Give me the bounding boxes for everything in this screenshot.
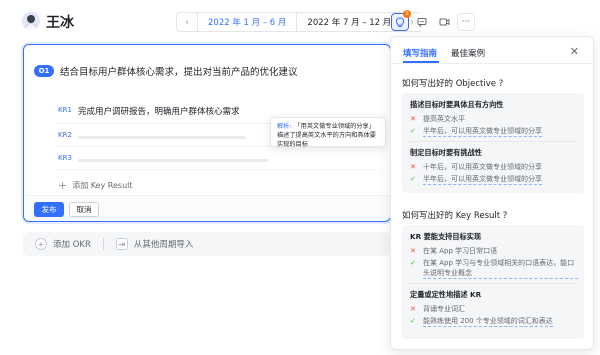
kr-guide-title: 如何写出好的 Key Result ?	[402, 211, 508, 221]
kr-label: KR2	[58, 131, 72, 139]
avatar-body	[25, 23, 37, 30]
cross-icon: ✕	[410, 115, 416, 123]
period-tab-h2[interactable]: 2022 年 7 月 – 12 月	[296, 13, 403, 31]
publish-button[interactable]: 发布	[34, 202, 64, 217]
kr-row[interactable]: KR3	[58, 153, 378, 167]
check-icon: ✓	[410, 259, 416, 267]
good-example: ✓ 半年后，可以用英文做专业领域的分享	[410, 126, 578, 137]
add-okr-label: 添加 OKR	[53, 240, 91, 250]
kr-text[interactable]: 完成用户调研报告，明确用户群体核心需求	[78, 105, 240, 117]
good-example: ✓ 能熟练使用 200 个专业领域的词汇和表达	[410, 316, 578, 327]
check-icon: ✓	[410, 127, 416, 135]
check-icon: ✓	[410, 175, 416, 183]
bad-example: ✕ 十年后，可以用英文做专业领域的分享	[410, 162, 578, 172]
example-text: 在某 App 学习与专业领域相关的口语表达，能口头说明专业概念	[423, 258, 578, 279]
tooltip-key: 解析:	[277, 123, 292, 130]
cross-icon: ✕	[410, 163, 416, 171]
objective-title[interactable]: 结合目标用户群体核心需求，提出对当前产品的优化建议	[60, 64, 298, 78]
writing-guide-panel: 填写指南 最佳案例 ✕ 如何写出好的 Objective ? 描述目标时要具体且…	[390, 36, 594, 350]
objective-badge: O1	[34, 65, 54, 77]
bad-example: ✕ 在某 App 学习日常口语	[410, 246, 578, 256]
kr-label: KR1	[58, 106, 72, 114]
kr-placeholder-bar	[78, 136, 246, 139]
cross-icon: ✕	[410, 305, 416, 313]
example-text: 在某 App 学习日常口语	[423, 247, 498, 255]
guide-divider	[410, 283, 576, 284]
import-icon: ⇥	[115, 238, 128, 250]
more-icon: ···	[461, 17, 471, 27]
video-button[interactable]	[435, 13, 453, 31]
plus-circle-icon: +	[35, 238, 47, 250]
guide-subtitle: 定量或定性地描述 KR	[410, 290, 482, 299]
analysis-tooltip: 解析: 「用英文做专业领域的分享」描述了提高英文水平的方向和具体要实现的目标	[270, 117, 386, 148]
bad-example: ✕ 背诵专业词汇	[410, 304, 578, 314]
objective-guide-title: 如何写出好的 Objective ?	[402, 79, 504, 89]
example-text: 十年后，可以用英文做专业领域的分享	[423, 163, 542, 171]
cross-icon: ✕	[410, 247, 416, 255]
period-tab-h1[interactable]: 2022 年 1 月 – 6 月	[197, 13, 296, 31]
import-okr-label: 从其他周期导入	[133, 240, 194, 250]
example-text: 半年后，可以用英文做专业领域的分享	[423, 175, 542, 185]
good-example: ✓ 在某 App 学习与专业领域相关的口语表达，能口头说明专业概念	[410, 258, 578, 279]
kr-placeholder-bar	[78, 159, 268, 162]
guide-subtitle: KR 要能支持目标实现	[410, 232, 482, 241]
guide-divider	[410, 141, 576, 142]
example-text: 能熟练使用 200 个专业领域的词汇和表达	[423, 317, 553, 327]
guide-subtitle: 描述目标时要具体且有方向性	[410, 100, 504, 109]
tooltip-text: 「用英文做专业领域的分享」描述了提高英文水平的方向和具体要实现的目标	[277, 123, 376, 148]
comment-button[interactable]	[413, 13, 431, 31]
add-key-result-label: 添加 Key Result	[72, 181, 133, 190]
period-switcher: ‹ 2022 年 1 月 – 6 月 2022 年 7 月 – 12 月 ›	[176, 12, 424, 32]
kr-label: KR3	[58, 154, 72, 162]
bottom-separator	[102, 238, 104, 250]
chevron-left-icon[interactable]: ‹	[177, 13, 197, 31]
guide-button[interactable]: 1	[391, 10, 411, 31]
kr-guide-box: KR 要能支持目标实现 ✕ 在某 App 学习日常口语 ✓ 在某 App 学习与…	[402, 225, 584, 339]
bad-example: ✕ 提高英文水平	[410, 114, 578, 124]
comment-icon	[417, 18, 427, 27]
guide-subtitle: 制定目标时要有挑战性	[410, 148, 482, 157]
example-text: 半年后，可以用英文做专业领域的分享	[423, 127, 542, 137]
avatar-head	[27, 15, 35, 23]
example-text: 背诵专业词汇	[423, 305, 465, 313]
tab-best-cases[interactable]: 最佳案例	[451, 47, 485, 59]
good-example: ✓ 半年后，可以用英文做专业领域的分享	[410, 174, 578, 185]
plus-icon: +	[58, 179, 68, 192]
cancel-button[interactable]: 取消	[69, 202, 99, 217]
add-okr-button[interactable]: + 添加 OKR	[35, 238, 91, 250]
video-icon	[439, 18, 449, 26]
okr-bottom-actions: + 添加 OKR ⇥ 从其他周期导入	[23, 232, 391, 256]
avatar[interactable]	[22, 12, 40, 30]
user-name: 王冰	[46, 15, 74, 31]
close-icon[interactable]: ✕	[570, 45, 579, 58]
tabs-divider	[391, 63, 593, 64]
notification-badge: 1	[403, 10, 411, 18]
example-text: 提高英文水平	[423, 115, 465, 123]
card-footer: 发布 取消	[24, 195, 390, 221]
tab-writing-guide[interactable]: 填写指南	[403, 47, 437, 59]
kr-divider	[58, 169, 378, 170]
check-icon: ✓	[410, 317, 416, 325]
objective-guide-box: 描述目标时要具体且有方向性 ✕ 提高英文水平 ✓ 半年后，可以用英文做专业领域的…	[402, 93, 584, 193]
lightbulb-icon	[395, 16, 405, 27]
add-key-result-button[interactable]: + 添加 Key Result	[58, 179, 133, 192]
import-okr-button[interactable]: ⇥ 从其他周期导入	[115, 238, 194, 250]
more-button[interactable]: ···	[457, 13, 475, 31]
